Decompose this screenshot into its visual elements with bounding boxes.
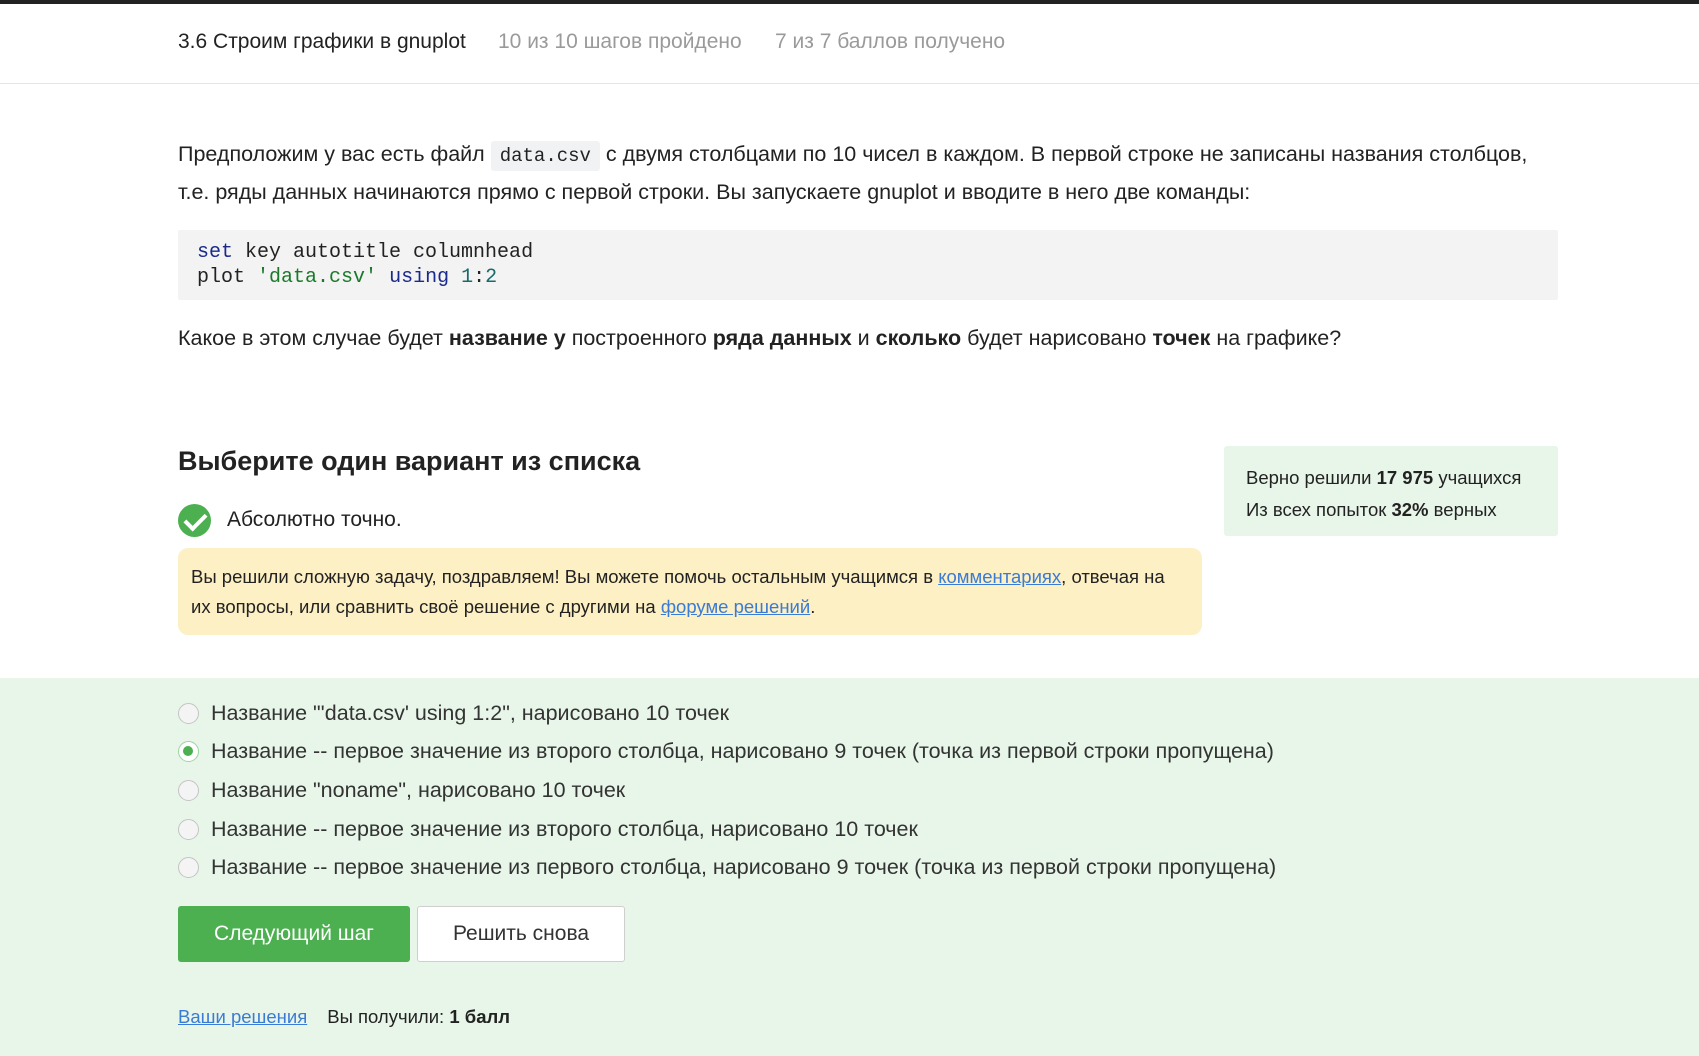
retry-button[interactable]: Решить снова xyxy=(417,906,625,962)
radio-button-checked[interactable] xyxy=(178,741,199,763)
success-rate: Из всех попыток 32% верных xyxy=(1246,499,1497,520)
option-3[interactable]: Название "noname", нарисовано 10 точек xyxy=(178,771,1276,810)
option-label: Название -- первое значение из второго с… xyxy=(211,739,1274,764)
question-text: Какое в этом случае будет название у пос… xyxy=(178,326,1342,350)
solved-count: Верно решили 17 975 учащихся xyxy=(1246,467,1522,488)
code-line-1: set key autotitle columnhead xyxy=(197,241,534,264)
radio-button[interactable] xyxy=(178,702,199,724)
option-label: Название -- первое значение из первого с… xyxy=(211,855,1277,880)
option-2[interactable]: Название -- первое значение из второго с… xyxy=(178,733,1276,772)
option-label: Название "'data.csv' using 1:2", нарисов… xyxy=(211,700,730,725)
congrats-notice: Вы решили сложную задачу, поздравляем! В… xyxy=(178,548,1202,635)
your-solutions-link[interactable]: Ваши решения xyxy=(178,1006,307,1028)
inline-code-filename: data.csv xyxy=(490,141,600,171)
check-circle-icon xyxy=(178,503,211,537)
stats-box: Верно решили 17 975 учащихся Из всех поп… xyxy=(1224,446,1558,536)
lesson-title[interactable]: 3.6 Строим графики в gnuplot xyxy=(178,30,466,54)
radio-button[interactable] xyxy=(178,779,199,801)
option-5[interactable]: Название -- первое значение из первого с… xyxy=(178,848,1276,887)
step-header: 3.6 Строим графики в gnuplot 10 из 10 ша… xyxy=(0,4,1699,84)
next-step-button[interactable]: Следующий шаг xyxy=(178,906,410,962)
points-progress: 7 из 7 баллов получено xyxy=(775,30,1006,53)
quiz-section-title: Выберите один вариант из списка xyxy=(178,446,641,476)
radio-button[interactable] xyxy=(178,857,199,879)
result-row: Абсолютно точно. xyxy=(178,503,402,537)
code-block: set key autotitle columnhead plot 'data.… xyxy=(178,230,1558,300)
score-received: Вы получили: 1 балл xyxy=(327,1006,510,1027)
intro-text-start: Предположим у вас есть файл xyxy=(178,142,491,166)
steps-progress: 10 из 10 шагов пройдено xyxy=(498,30,742,53)
code-line-2: plot 'data.csv' using 1:2 xyxy=(197,266,498,289)
option-1[interactable]: Название "'data.csv' using 1:2", нарисов… xyxy=(178,694,1276,733)
option-label: Название -- первое значение из второго с… xyxy=(211,816,918,841)
options-list: Название "'data.csv' using 1:2", нарисов… xyxy=(178,694,1276,887)
solutions-forum-link[interactable]: форуме решений xyxy=(661,596,810,617)
option-4[interactable]: Название -- первое значение из второго с… xyxy=(178,810,1276,849)
submission-footer: Ваши решения Вы получили: 1 балл xyxy=(178,1006,510,1028)
option-label: Название "noname", нарисовано 10 точек xyxy=(211,777,626,802)
result-text: Абсолютно точно. xyxy=(227,508,402,531)
radio-button[interactable] xyxy=(178,818,199,840)
step-intro: Предположим у вас есть файл data.csv с д… xyxy=(178,136,1558,210)
comments-link[interactable]: комментариях xyxy=(938,566,1061,587)
